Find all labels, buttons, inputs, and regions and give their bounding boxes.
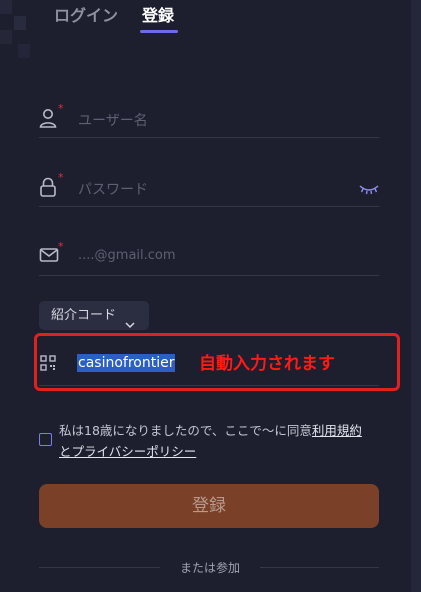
lock-icon	[39, 177, 59, 199]
eye-closed-icon[interactable]	[359, 181, 379, 200]
register-button[interactable]: 登録	[39, 484, 379, 528]
username-input[interactable]: ユーザー名	[78, 110, 148, 130]
user-icon	[39, 108, 59, 130]
email-input[interactable]: ....@gmail.com	[78, 248, 176, 263]
required-mark: *	[58, 171, 64, 184]
agreement-prefix: 私は18歳になりましたので、ここで～に同意	[59, 423, 312, 438]
qr-code-icon	[40, 355, 56, 375]
required-mark: *	[58, 102, 64, 115]
password-field[interactable]: * パスワード	[39, 171, 379, 207]
tab-login[interactable]: ログイン	[54, 2, 118, 26]
auto-fill-annotation: 自動入力されます	[199, 354, 335, 374]
or-join-label: または参加	[160, 559, 260, 576]
active-tab-indicator	[140, 30, 178, 33]
corner-decoration	[0, 0, 40, 62]
username-field[interactable]: * ユーザー名	[39, 102, 379, 138]
terms-connector: と	[59, 444, 72, 459]
referral-code-toggle[interactable]: 紹介コード	[39, 301, 149, 330]
tab-register[interactable]: 登録	[142, 2, 174, 26]
mail-icon	[39, 246, 59, 268]
referral-code-input[interactable]: casinofrontier	[77, 354, 176, 372]
agreement-checkbox[interactable]	[39, 433, 52, 446]
privacy-link[interactable]: プライバシーポリシー	[72, 444, 197, 459]
referral-code-label: 紹介コード	[51, 308, 117, 323]
agreement-text: 私は18歳になりましたので、ここで～に同意利用規約とプライバシーポリシー	[59, 420, 379, 462]
password-input[interactable]: パスワード	[78, 179, 148, 199]
email-field[interactable]: * ....@gmail.com	[39, 240, 379, 276]
terms-link[interactable]: 利用規約	[312, 423, 362, 438]
scroll-edge	[411, 0, 421, 592]
required-mark: *	[58, 240, 64, 253]
